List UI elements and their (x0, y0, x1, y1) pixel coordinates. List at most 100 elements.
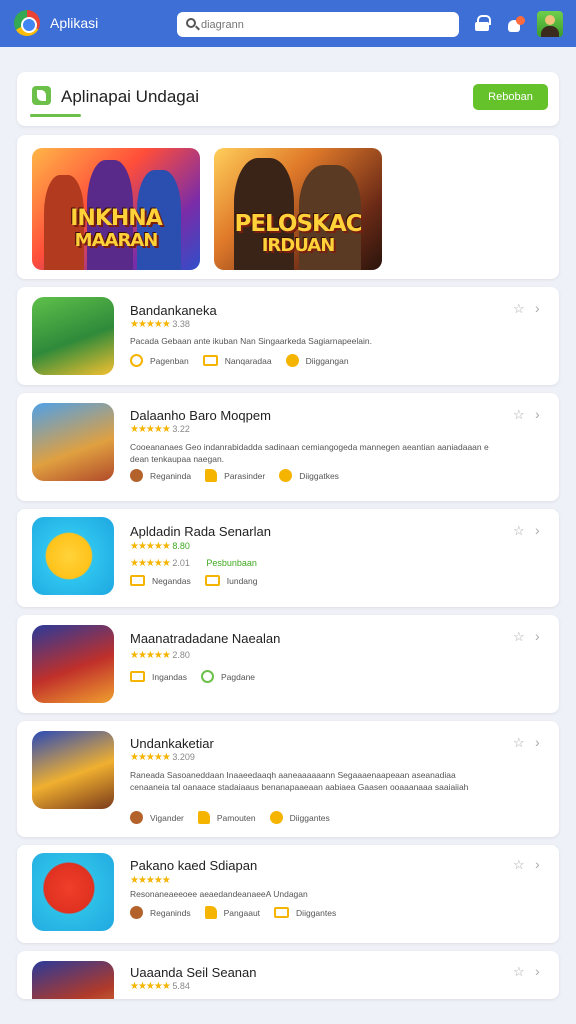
meta-item[interactable]: Reganinds (130, 906, 191, 919)
meta-item[interactable]: Reganinda (130, 469, 191, 482)
star-favorite-icon[interactable]: ☆ (513, 523, 525, 539)
meta-item[interactable]: Diiggantes (274, 907, 336, 918)
meta-item[interactable]: Diiggatkes (279, 469, 339, 482)
rating-value: 3.209 (172, 752, 195, 762)
emoji-icon (269, 811, 283, 824)
app-thumbnail (32, 625, 114, 703)
meta-item[interactable]: Vigander (130, 811, 184, 824)
app-thumbnail (32, 961, 114, 999)
list-item[interactable]: Pakano kaed Sdiapan ★★★★★ Resonaneaeeoee… (17, 845, 559, 943)
star-favorite-icon[interactable]: ☆ (513, 301, 525, 317)
section-header: Aplinapai Undagai Reboban (17, 72, 559, 126)
chat-icon (130, 671, 145, 682)
app-thumbnail (32, 403, 114, 481)
app-rating-secondary: ★★★★★ 2.01 Pesbunbaan (130, 558, 257, 569)
lock-icon[interactable] (475, 15, 491, 31)
banner-title: INKHNA MAARAN (32, 208, 200, 252)
app-thumbnail (32, 731, 114, 809)
page-title: Aplinapai Undagai (61, 87, 199, 106)
app-rating: ★★★★★ 3.22 (130, 424, 190, 435)
chevron-right-icon[interactable]: › (535, 300, 540, 316)
list-item[interactable]: Apldadin Rada Senarlan ★★★★★ 8.80 ★★★★★ … (17, 509, 559, 607)
meta-item[interactable]: Pamouten (197, 811, 256, 824)
chat-icon (130, 575, 145, 586)
user-icon (130, 906, 143, 919)
check-circle-icon (200, 670, 214, 683)
star-rating: ★★★★★ (130, 875, 171, 886)
chevron-right-icon[interactable]: › (535, 734, 540, 750)
meta-item[interactable]: Ingandas (130, 671, 187, 682)
clock-icon (130, 354, 143, 367)
meta-item[interactable]: Diiggangan (285, 354, 349, 367)
meta-item[interactable]: Pagenban (130, 354, 189, 367)
meta-item[interactable]: Pagdane (200, 670, 255, 683)
list-item[interactable]: Maanatradadane Naealan ★★★★★ 2.80 Ingand… (17, 615, 559, 713)
star-rating: ★★★★★ (130, 424, 171, 435)
list-item[interactable]: Uaaanda Seil Seanan ★★★★★ 5.84 ☆ › (17, 951, 559, 999)
meta-item[interactable]: Negandas (130, 575, 191, 586)
star-rating: ★★★★★ (130, 752, 171, 763)
app-name: Dalaanho Baro Moqpem (130, 408, 271, 423)
user-icon (130, 469, 143, 482)
app-logo-icon[interactable] (14, 10, 40, 36)
app-thumbnail (32, 297, 114, 375)
app-description: Cooeananaes Geo indanrabidadda sadinaan … (130, 442, 489, 464)
app-meta: Negandas Iundang (130, 575, 272, 586)
rating-value: 5.84 (172, 981, 190, 991)
chat-icon (204, 575, 220, 586)
app-rating: ★★★★★ 8.80 (130, 541, 190, 552)
thumbs-up-icon (197, 811, 210, 824)
app-title: Aplikasi (50, 15, 99, 31)
star-rating: ★★★★★ (130, 319, 171, 330)
meta-item[interactable]: Nanqaradaa (202, 355, 272, 366)
thumbs-up-icon (205, 469, 218, 482)
app-meta: Pagenban Nanqaradaa Diiggangan (130, 354, 363, 367)
list-item[interactable]: Undankaketiar ★★★★★ 3.209 Raneada Sasoan… (17, 721, 559, 837)
avatar[interactable] (537, 11, 563, 37)
chevron-right-icon[interactable]: › (535, 406, 540, 422)
rating-value: 8.80 (172, 541, 190, 551)
chevron-right-icon[interactable]: › (535, 522, 540, 538)
star-favorite-icon[interactable]: ☆ (513, 857, 525, 873)
app-meta: Reganinds Pangaaut Diiggantes (130, 906, 350, 919)
chevron-right-icon[interactable]: › (535, 963, 540, 979)
rating-value: 3.22 (172, 424, 190, 434)
list-item[interactable]: Dalaanho Baro Moqpem ★★★★★ 3.22 Cooeanan… (17, 393, 559, 501)
app-name: Maanatradadane Naealan (130, 631, 281, 646)
star-favorite-icon[interactable]: ☆ (513, 735, 525, 751)
notification-icon[interactable] (508, 16, 525, 32)
star-favorite-icon[interactable]: ☆ (513, 407, 525, 423)
featured-banner-1[interactable]: INKHNA MAARAN (32, 148, 200, 270)
search-input[interactable] (177, 12, 459, 37)
app-rating: ★★★★★ 3.209 (130, 752, 195, 763)
chevron-right-icon[interactable]: › (535, 628, 540, 644)
meta-item[interactable]: Pangaaut (204, 906, 260, 919)
meta-item[interactable]: Parasinder (205, 469, 265, 482)
star-favorite-icon[interactable]: ☆ (513, 629, 525, 645)
list-item[interactable]: Bandankaneka ★★★★★ 3.38 Pacada Gebaan an… (17, 287, 559, 385)
star-rating: ★★★★★ (130, 541, 171, 552)
star-favorite-icon[interactable]: ☆ (513, 964, 525, 980)
rating-value: 2.01 (172, 558, 190, 568)
banner-title: PELOSKAC IRDUAN (214, 213, 382, 257)
meta-item[interactable]: Diiggantes (269, 811, 330, 824)
app-name: Uaaanda Seil Seanan (130, 965, 257, 980)
rating-label: Pesbunbaan (206, 558, 257, 568)
thumbs-up-icon (204, 906, 217, 919)
featured-section: INKHNA MAARAN PELOSKAC IRDUAN (17, 135, 559, 279)
meta-item[interactable]: Iundang (204, 575, 258, 586)
featured-banner-2[interactable]: PELOSKAC IRDUAN (214, 148, 382, 270)
star-rating: ★★★★★ (130, 650, 171, 661)
app-thumbnail (32, 853, 114, 931)
app-name: Undankaketiar (130, 736, 214, 751)
app-thumbnail (32, 517, 114, 595)
chevron-right-icon[interactable]: › (535, 856, 540, 872)
chat-icon (202, 355, 218, 366)
leaf-icon (32, 86, 51, 105)
app-rating: ★★★★★ 3.38 (130, 319, 190, 330)
star-rating: ★★★★★ (130, 558, 171, 569)
star-rating: ★★★★★ (130, 981, 171, 992)
header-action-button[interactable]: Reboban (473, 84, 548, 110)
search-icon (186, 18, 196, 28)
rating-value: 3.38 (172, 319, 190, 329)
